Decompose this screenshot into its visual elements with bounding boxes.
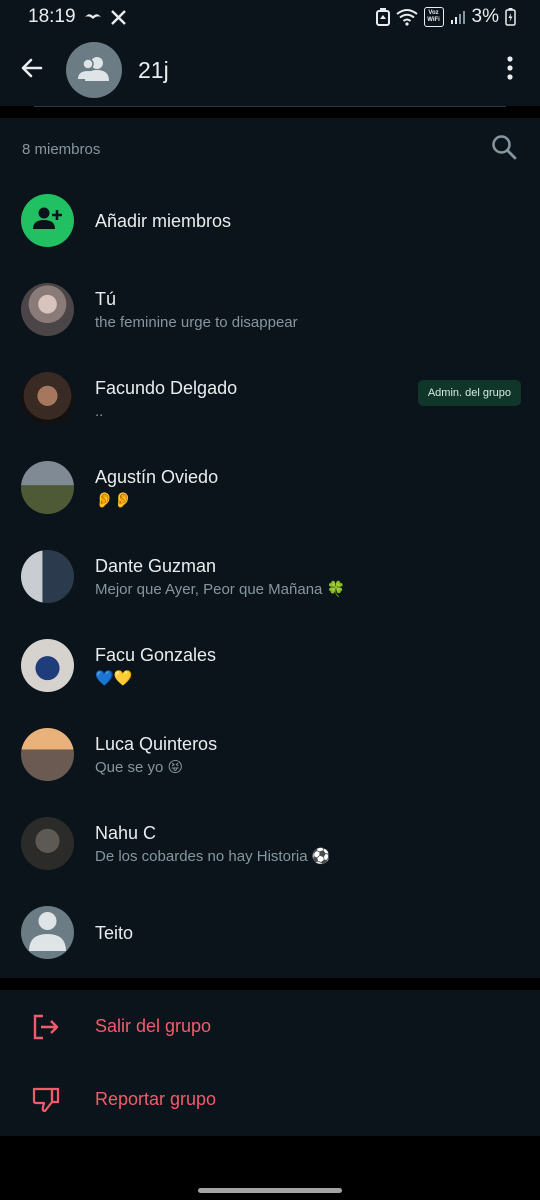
back-button[interactable] — [0, 34, 64, 106]
member-avatar — [21, 728, 74, 781]
group-actions: Salir del grupo Reportar grupo — [0, 990, 540, 1136]
search-members-button[interactable] — [486, 131, 522, 167]
battery-percent: 3% — [471, 6, 499, 27]
gesture-nav-handle[interactable] — [198, 1188, 342, 1193]
member-avatar — [21, 283, 74, 336]
member-name: Agustín Oviedo — [95, 466, 219, 487]
member-name: Tú — [95, 288, 117, 309]
voz-wifi-icon: Voz WiFi — [423, 7, 444, 27]
bird-notification-icon — [84, 11, 102, 23]
member-name: Facu Gonzales — [95, 644, 217, 665]
member-avatar — [21, 461, 74, 514]
member-row[interactable]: Facundo Delgado .. Admin. del grupo — [0, 354, 540, 443]
report-group-label: Reportar grupo — [95, 1089, 217, 1109]
member-row[interactable]: Teito — [0, 888, 540, 977]
default-person-icon — [21, 906, 74, 959]
search-icon — [491, 134, 517, 165]
report-group-button[interactable]: Reportar grupo — [0, 1063, 540, 1136]
members-header: 8 miembros — [0, 118, 540, 180]
member-name: Dante Guzman — [95, 555, 217, 576]
wifi-icon — [395, 8, 418, 26]
exit-icon — [30, 1011, 62, 1043]
member-avatar — [21, 817, 74, 870]
member-avatar — [21, 906, 74, 959]
more-options-button[interactable] — [480, 34, 540, 106]
exit-group-button[interactable]: Salir del grupo — [0, 990, 540, 1063]
member-row[interactable]: Luca Quinteros Que se yo 😝 — [0, 710, 540, 799]
group-avatar[interactable] — [66, 42, 122, 98]
member-name: Teito — [95, 922, 134, 943]
member-about: Mejor que Ayer, Peor que Mañana 🍀 — [95, 580, 346, 598]
member-about: the feminine urge to disappear — [95, 313, 298, 331]
member-about: De los cobardes no hay Historia ⚽ — [95, 847, 331, 865]
member-name: Nahu C — [95, 822, 157, 843]
section-divider — [0, 106, 540, 118]
member-avatar — [21, 372, 74, 425]
member-avatar — [21, 550, 74, 603]
add-members-avatar — [21, 194, 74, 247]
app-bar: 21j — [0, 34, 540, 106]
battery-saver-icon — [375, 8, 390, 26]
members-count: 8 miembros — [22, 140, 101, 158]
signal-icon — [450, 9, 466, 25]
member-about: .. — [95, 402, 104, 420]
battery-icon — [505, 8, 516, 26]
member-about: Que se yo 😝 — [95, 758, 184, 776]
add-members-label: Añadir miembros — [95, 210, 232, 231]
x-app-icon — [110, 9, 127, 26]
person-add-icon — [32, 207, 63, 234]
member-avatar — [21, 639, 74, 692]
status-time: 18:19 — [28, 6, 76, 27]
add-members-row[interactable]: Añadir miembros — [0, 176, 540, 265]
more-vert-icon — [507, 55, 513, 85]
arrow-left-icon — [20, 56, 44, 85]
member-row[interactable]: Facu Gonzales 💙💛 — [0, 621, 540, 710]
member-row[interactable]: Agustín Oviedo 👂👂 — [0, 443, 540, 532]
member-row[interactable]: Tú the feminine urge to disappear — [0, 265, 540, 354]
group-icon — [78, 55, 110, 86]
group-title[interactable]: 21j — [138, 57, 169, 84]
admin-badge: Admin. del grupo — [417, 380, 521, 406]
member-row[interactable]: Nahu C De los cobardes no hay Historia ⚽ — [0, 799, 540, 888]
member-name: Luca Quinteros — [95, 733, 218, 754]
members-section: 8 miembros Añadir miembros Tú the femini… — [0, 118, 540, 978]
member-about: 💙💛 — [95, 669, 133, 687]
member-name: Facundo Delgado — [95, 377, 238, 398]
voz-label: Voz — [428, 10, 439, 16]
wifi-label: WiFi — [427, 17, 440, 23]
status-bar: 18:19 Voz WiFi 3% — [0, 0, 540, 34]
exit-group-label: Salir del grupo — [95, 1016, 212, 1036]
thumb-down-icon — [30, 1084, 62, 1116]
member-about: 👂👂 — [95, 491, 133, 509]
member-row[interactable]: Dante Guzman Mejor que Ayer, Peor que Ma… — [0, 532, 540, 621]
